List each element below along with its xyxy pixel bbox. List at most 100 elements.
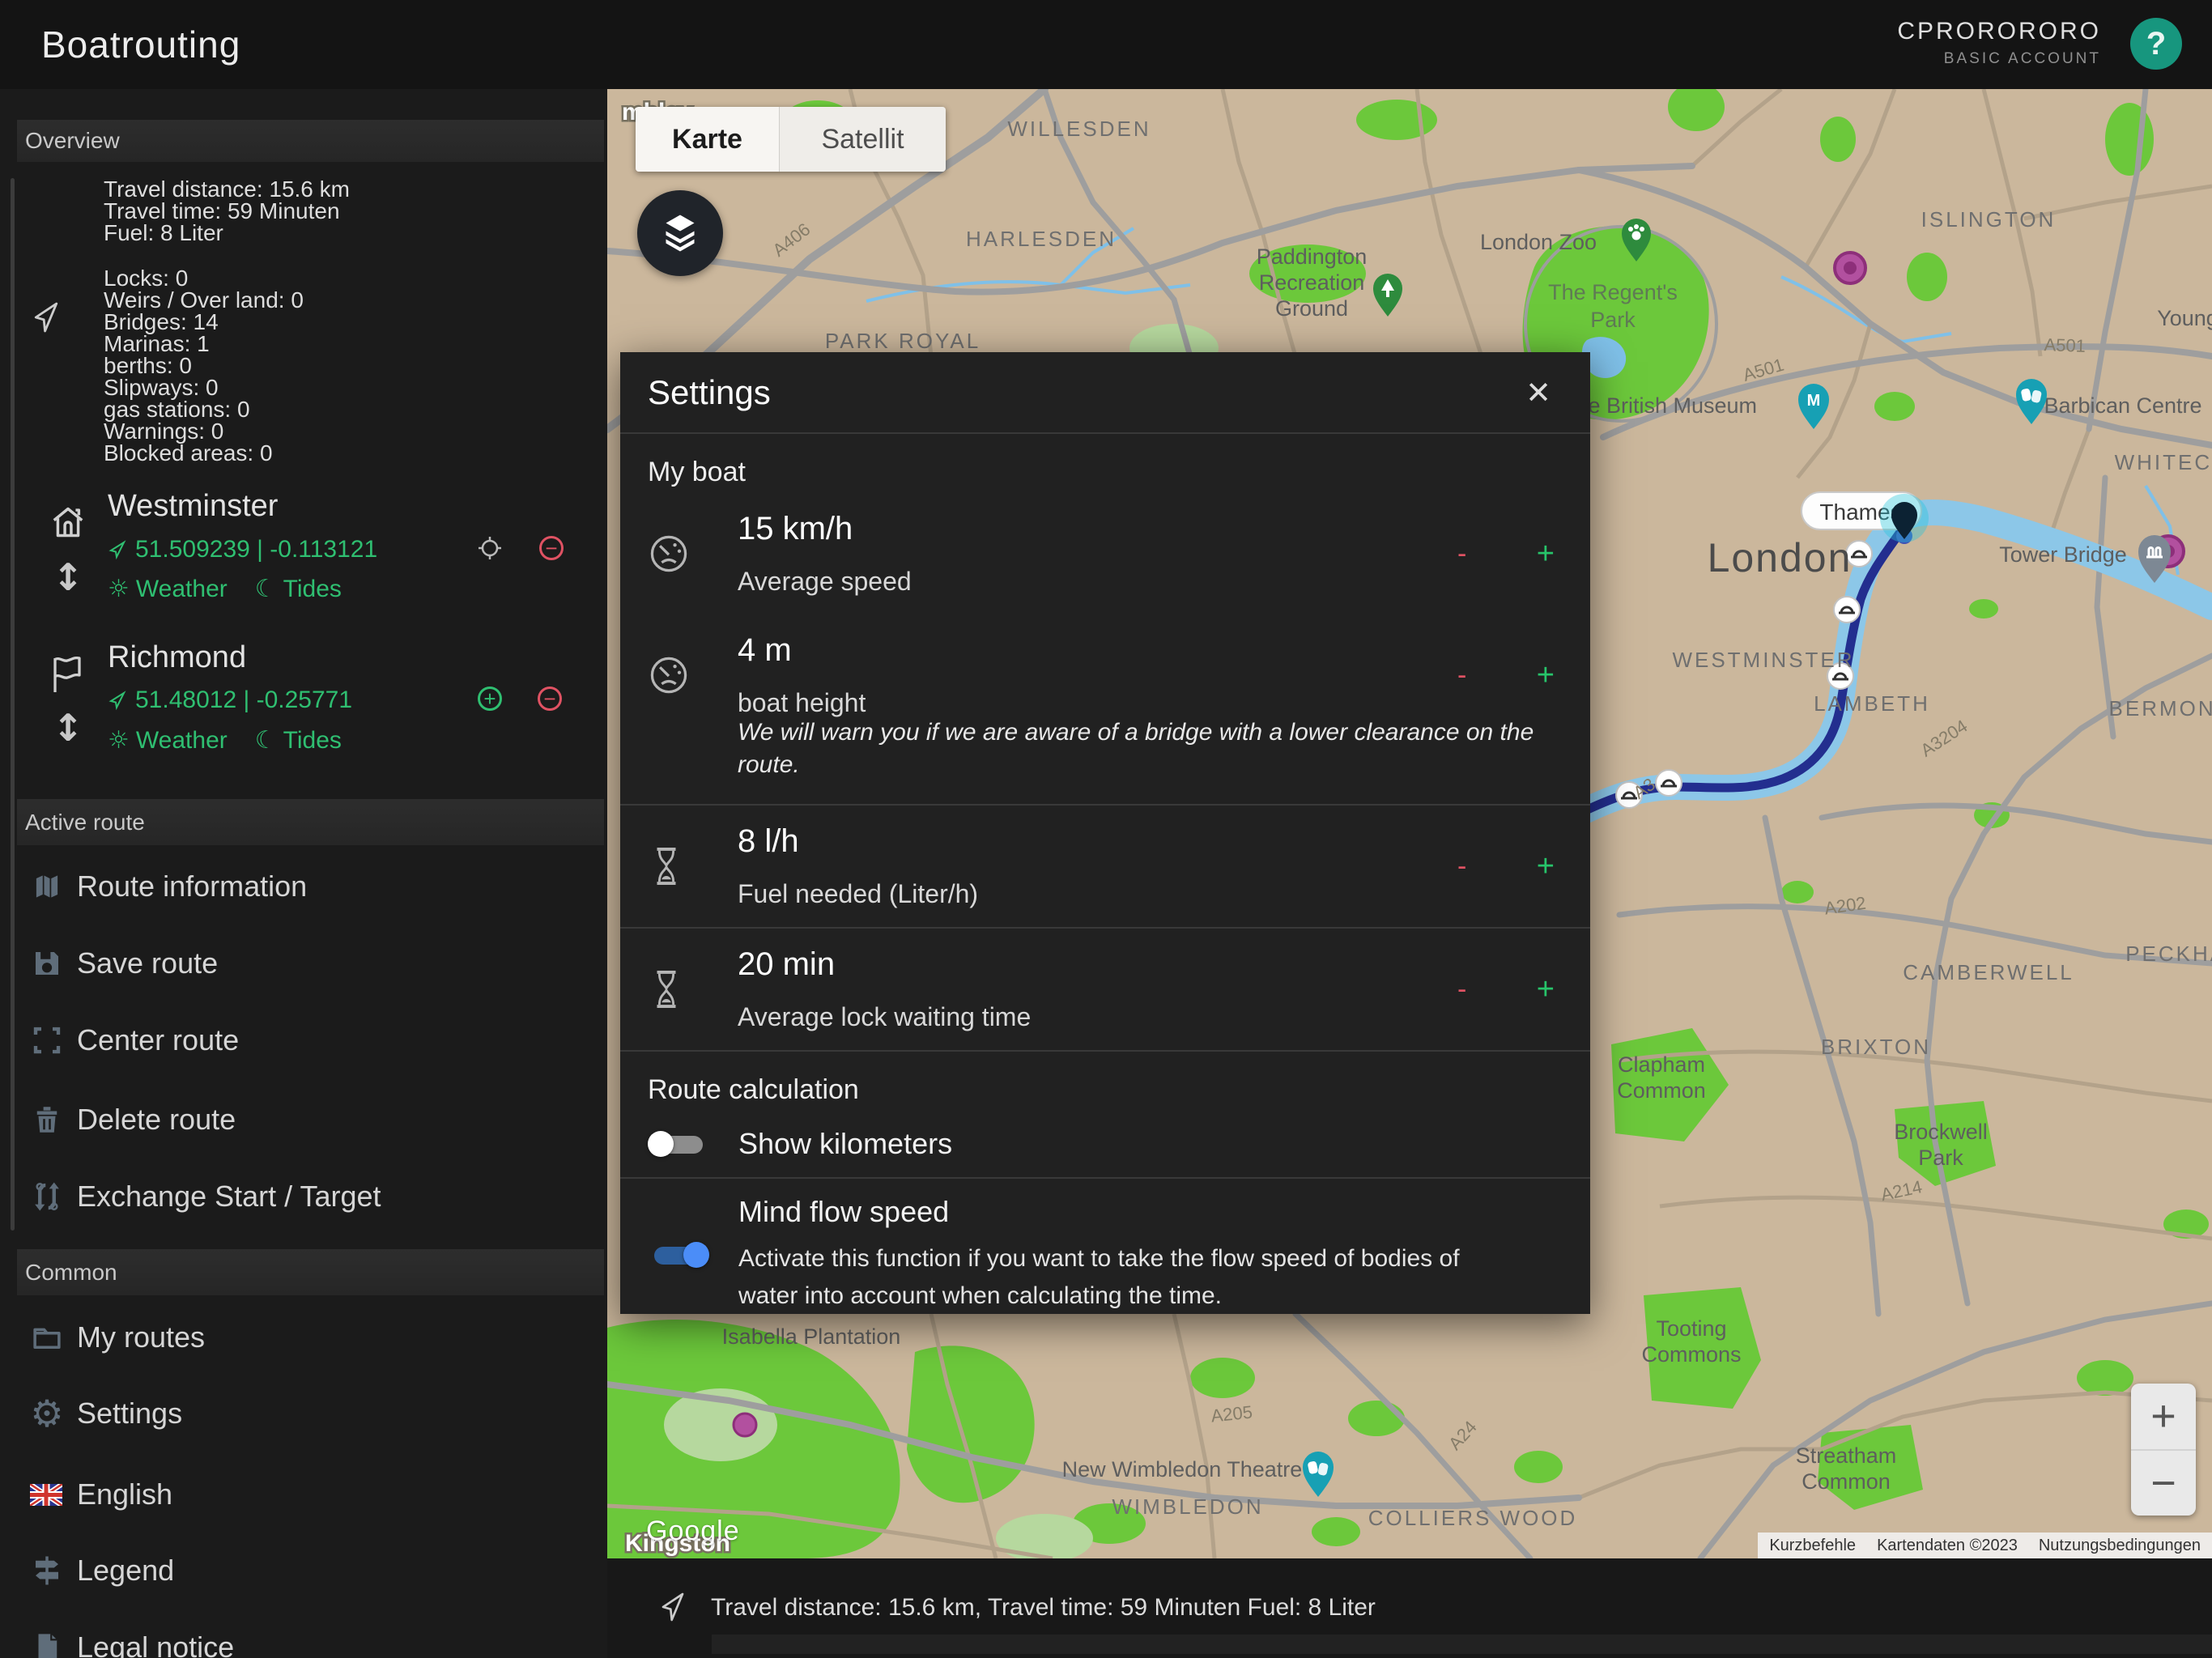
speed-increase-button[interactable]: + [1537,537,1555,572]
my-routes-label: My routes [77,1320,205,1354]
map-label: Paddington [1257,244,1368,269]
my-boat-section-title: My boat [648,457,1590,488]
sidebar-item-my-routes[interactable]: My routes [0,1307,607,1368]
sidebar-item-legal-notice[interactable]: Legal notice [0,1617,607,1658]
show-kilometers-label: Show kilometers [738,1127,952,1161]
height-decrease-button[interactable]: - [1457,660,1466,691]
stat-marinas: Marinas: 1 [104,333,304,355]
map-label: BRIXTON [1821,1035,1931,1059]
uk-flag-icon [30,1484,62,1506]
sidebar-item-route-information[interactable]: Route information [0,856,607,917]
route-stats: Locks: 0 Weirs / Over land: 0 Bridges: 1… [104,267,304,464]
map-label: A205 [1210,1401,1253,1426]
zoom-out-button[interactable]: − [2131,1451,2196,1516]
sidebar-item-language[interactable]: English [0,1464,607,1525]
map-label: HARLESDEN [966,227,1117,251]
end-coordinates[interactable]: 51.48012 | -0.25771 [108,687,352,714]
reorder-updown-icon[interactable]: ↕ [50,555,86,599]
map-label: Recreation [1259,270,1365,295]
help-button[interactable]: ? [2130,18,2182,70]
map-type-karte-button[interactable]: Karte [636,107,780,172]
start-links: ☼Weather ☾Tides [108,575,342,603]
account-info[interactable]: CPRORORORO BASIC ACCOUNT [1897,18,2101,68]
hourglass-icon [648,968,738,1010]
sidebar-item-settings[interactable]: ⚙ Settings [0,1383,607,1444]
moon-icon: ☾ [255,575,277,603]
nav-arrow-icon [108,691,127,710]
map-label: Commons [1641,1342,1741,1367]
fuel: Fuel: 8 Liter [104,222,350,244]
horizontal-scrollbar[interactable] [712,1635,2212,1654]
active-route-section-header: Active route [17,799,604,845]
fuel-decrease-button[interactable]: - [1457,851,1466,882]
mind-flow-speed-toggle[interactable] [648,1241,709,1269]
sidebar-item-center-route[interactable]: Center route [0,1010,607,1071]
sidebar-item-legend[interactable]: Legend [0,1540,607,1601]
common-section-header: Common [17,1249,604,1295]
sidebar-item-delete-route[interactable]: Delete route [0,1089,607,1150]
mind-flow-speed-label: Mind flow speed [738,1195,1467,1229]
close-icon[interactable]: ✕ [1525,375,1551,410]
swap-arrows-icon [30,1180,64,1214]
map-type-satellit-button[interactable]: Satellit [780,107,946,172]
weather-link[interactable]: ☼Weather [108,726,228,755]
layers-button[interactable] [637,190,723,276]
start-coordinates[interactable]: 51.509239 | -0.113121 [108,536,377,563]
stat-bridges: Bridges: 14 [104,311,304,333]
remove-end-button[interactable]: − [538,687,562,711]
attribution-terms-link[interactable]: Nutzungsbedingungen [2039,1537,2201,1555]
height-increase-button[interactable]: + [1537,658,1555,693]
map-label: Barbican Centre [2044,393,2201,418]
zoom-controls: + − [2131,1384,2196,1516]
fuel-increase-button[interactable]: + [1537,849,1555,884]
route-calculation-section-title: Route calculation [648,1074,1590,1106]
fuel-label: Fuel needed (Liter/h) [738,879,1457,909]
lock-waiting-label: Average lock waiting time [738,1002,1457,1032]
map-label: Streatham [1796,1443,1897,1468]
map-label: WESTMINSTER [1672,648,1854,672]
mind-flow-speed-row: Mind flow speed Activate this function i… [620,1179,1590,1314]
map-label: BERMONDSEY [2109,696,2212,721]
map-type-switcher: Karte Satellit [636,107,946,172]
travel-time: Travel time: 59 Minuten [104,200,350,222]
locate-crosshair-icon[interactable] [478,536,502,560]
lock-waiting-row: 20 min Average lock waiting time - + [620,929,1590,1050]
tides-link[interactable]: ☾Tides [255,575,342,603]
tides-link[interactable]: ☾Tides [255,726,342,755]
speed-decrease-button[interactable]: - [1457,538,1466,570]
legal-notice-label: Legal notice [77,1630,234,1658]
add-waypoint-button[interactable]: + [478,687,502,711]
save-icon [30,946,64,980]
reorder-updown-icon[interactable]: ↕ [50,706,86,750]
delete-route-label: Delete route [77,1103,236,1137]
boatrouting-app: mbleyKingstonWILLESDENHARLESDENPARK ROYA… [0,0,2212,1658]
map-label: WILLESDEN [1007,117,1151,141]
zoom-in-button[interactable]: + [2131,1384,2196,1451]
map-label: PECKHAM [2125,942,2212,966]
map-label: LAMBETH [1814,691,1930,716]
attribution-shortcuts-link[interactable]: Kurzbefehle [1769,1537,1856,1555]
center-route-label: Center route [77,1023,239,1057]
flag-icon [50,656,84,695]
layers-icon [656,209,704,257]
navigation-arrow-icon [660,1591,686,1623]
sidebar-item-exchange-start-target[interactable]: Exchange Start / Target [0,1166,607,1227]
gauge-icon [648,654,738,696]
weather-link[interactable]: ☼Weather [108,575,228,603]
lock-time-decrease-button[interactable]: - [1457,974,1466,1005]
map-label: Park [1590,308,1636,332]
sidebar-scrollbar[interactable] [11,178,15,1231]
trash-icon [30,1103,64,1137]
google-logo: Google [646,1516,740,1547]
sidebar-item-save-route[interactable]: Save route [0,933,607,994]
map-label: Common [1802,1469,1891,1494]
lock-waiting-value: 20 min [738,946,1457,983]
route-information-label: Route information [77,869,307,903]
stat-slipways: Slipways: 0 [104,376,304,398]
stat-berths: berths: 0 [104,355,304,376]
remove-start-button[interactable]: − [539,536,564,560]
show-kilometers-toggle[interactable] [648,1130,709,1158]
lock-time-increase-button[interactable]: + [1537,972,1555,1007]
divider [620,1050,1590,1052]
account-name: CPRORORORO [1897,18,2101,45]
